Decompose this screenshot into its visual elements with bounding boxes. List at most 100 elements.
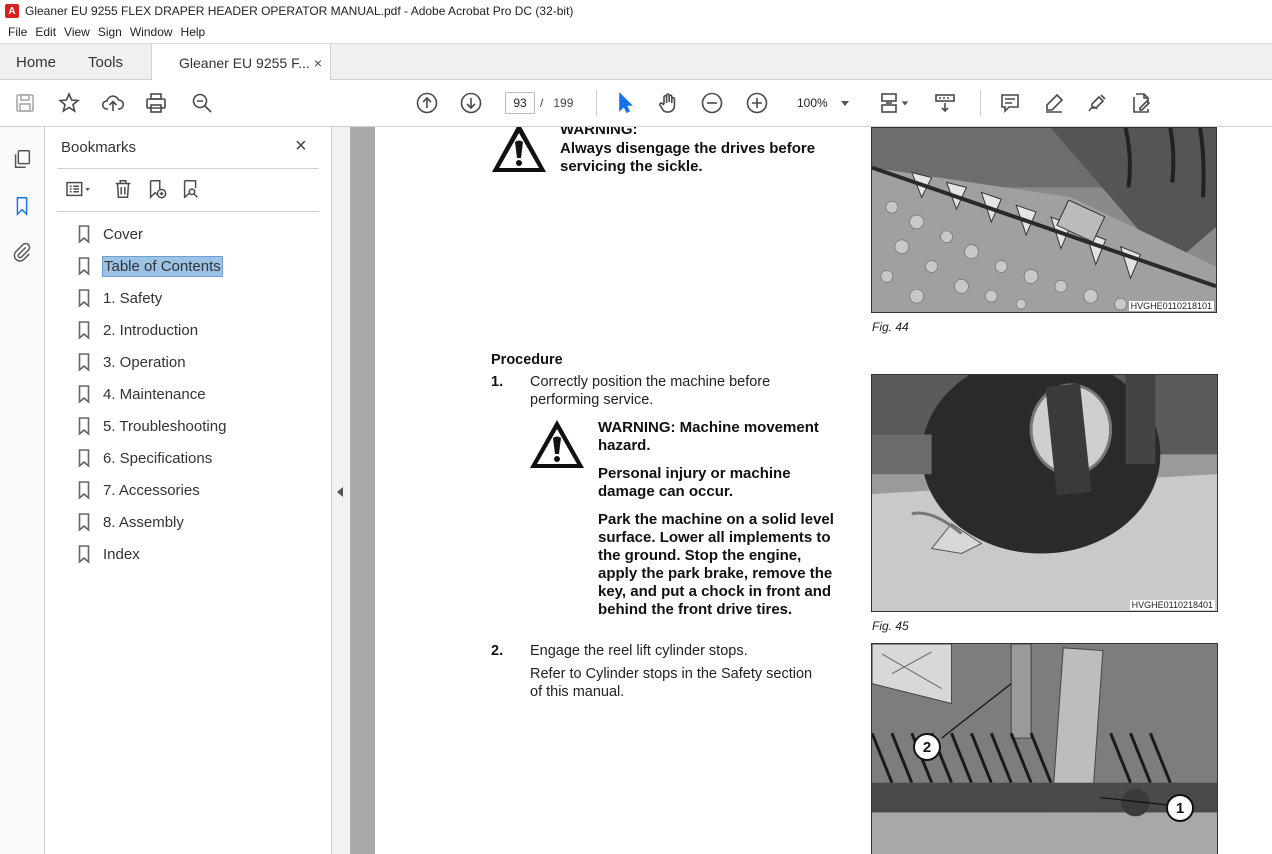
- bookmarks-panel: Bookmarks × Cover Table of Contents 1. S…: [45, 127, 332, 854]
- bookmark-item-cover[interactable]: Cover: [78, 222, 144, 246]
- page-fit-chevron-icon[interactable]: [898, 90, 912, 116]
- page-separator: /: [540, 96, 544, 110]
- step1-line1: Correctly position the machine before: [530, 374, 771, 390]
- window-title: Gleaner EU 9255 FLEX DRAPER HEADER OPERA…: [25, 4, 574, 18]
- sign-pen-icon[interactable]: [1084, 90, 1110, 116]
- menu-help[interactable]: Help: [177, 25, 210, 39]
- fig45-caption: Fig. 45: [872, 619, 909, 633]
- delete-bookmark-icon[interactable]: [109, 175, 137, 203]
- tab-document-label: Gleaner EU 9255 F...: [179, 54, 310, 71]
- menu-window[interactable]: Window: [126, 25, 177, 39]
- step2-reference-line1: Refer to Cylinder stops in the Safety se…: [530, 666, 813, 682]
- bookmark-icon: [78, 289, 90, 308]
- highlight-pen-icon[interactable]: [1041, 90, 1067, 116]
- procedure-heading: Procedure: [491, 352, 563, 368]
- main-toolbar: 93 / 199 100%: [0, 80, 1272, 127]
- warning2-injury-line2: damage can occur.: [598, 483, 734, 500]
- page-number-input[interactable]: 93: [505, 92, 535, 114]
- edit-document-icon[interactable]: [1128, 90, 1154, 116]
- bookmark-label: 7. Accessories: [103, 481, 200, 499]
- tab-home[interactable]: Home: [16, 44, 56, 80]
- bookmark-icon: [78, 417, 90, 436]
- page-thumbnails-icon[interactable]: [10, 147, 34, 171]
- warning2-title-line2: hazard.: [598, 437, 651, 454]
- step2-reference-line2: of this manual.: [530, 684, 625, 700]
- bookmark-icon: [78, 385, 90, 404]
- upload-cloud-icon[interactable]: [100, 90, 126, 116]
- warning1-title: WARNING:: [560, 127, 638, 138]
- warning2-park-line: key, and put a chock in front and: [598, 583, 832, 600]
- bookmark-icon: [78, 225, 90, 244]
- comment-icon[interactable]: [997, 90, 1023, 116]
- fig45-wheel-chock-photo: HVGHE0110218401: [871, 374, 1218, 612]
- bookmark-item-assembly[interactable]: 8. Assembly: [78, 510, 185, 534]
- left-navigation-rail: [0, 127, 45, 854]
- acrobat-app-icon: A: [5, 4, 19, 18]
- menu-file[interactable]: File: [4, 25, 31, 39]
- fig44-code: HVGHE0110218101: [1128, 301, 1214, 311]
- bookmark-label: Cover: [103, 225, 144, 243]
- attachment-paperclip-icon[interactable]: [10, 240, 34, 264]
- bookmark-item-introduction[interactable]: 2. Introduction: [78, 318, 199, 342]
- step1-number: 1.: [491, 374, 504, 390]
- scroll-mode-icon[interactable]: [932, 90, 958, 116]
- search-zoom-icon[interactable]: [189, 90, 215, 116]
- warning2-injury-line1: Personal injury or machine: [598, 465, 791, 482]
- warning2-title-line1: WARNING: Machine movement: [598, 419, 819, 436]
- print-icon[interactable]: [143, 90, 169, 116]
- menu-edit[interactable]: Edit: [31, 25, 60, 39]
- bookmark-label: Table of Contents: [102, 255, 223, 277]
- next-page-icon[interactable]: [458, 90, 484, 116]
- warning2-park-line: apply the park brake, remove the: [598, 565, 833, 582]
- bookmark-icon: [78, 545, 90, 564]
- tab-bar: Home Tools Gleaner EU 9255 F... ×: [0, 43, 1272, 81]
- zoom-in-icon[interactable]: [744, 90, 770, 116]
- bookmark-item-maintenance[interactable]: 4. Maintenance: [78, 382, 207, 406]
- warning2-park-line: Park the machine on a solid level: [598, 511, 834, 528]
- menu-view[interactable]: View: [60, 25, 94, 39]
- bookmark-label: 6. Specifications: [103, 449, 213, 467]
- hand-tool-icon[interactable]: [655, 90, 681, 116]
- save-icon[interactable]: [12, 90, 38, 116]
- bookmark-item-safety[interactable]: 1. Safety: [78, 286, 163, 310]
- bookmark-label: 1. Safety: [103, 289, 163, 307]
- toolbar-divider: [980, 90, 981, 116]
- bookmark-search-icon[interactable]: [177, 175, 205, 203]
- bookmark-icon: [78, 481, 90, 500]
- title-bar: A Gleaner EU 9255 FLEX DRAPER HEADER OPE…: [0, 0, 1272, 22]
- star-icon[interactable]: [56, 90, 82, 116]
- panel-collapse-handle[interactable]: [332, 127, 350, 854]
- bookmark-item-specifications[interactable]: 6. Specifications: [78, 446, 213, 470]
- previous-page-icon[interactable]: [414, 90, 440, 116]
- panel-divider: [57, 168, 319, 169]
- bookmark-label: 8. Assembly: [103, 513, 184, 531]
- bookmark-item-operation[interactable]: 3. Operation: [78, 350, 187, 374]
- bookmark-icon: [78, 257, 90, 276]
- bookmark-label: 2. Introduction: [103, 321, 199, 339]
- zoom-out-icon[interactable]: [699, 90, 725, 116]
- collapse-arrow-icon: [337, 487, 343, 497]
- bookmark-label: Index: [103, 545, 140, 563]
- bookmark-item-table-of-contents[interactable]: Table of Contents: [78, 254, 223, 278]
- new-bookmark-icon[interactable]: [143, 175, 171, 203]
- fig44-sickle-photo: HVGHE0110218101: [871, 127, 1217, 313]
- bookmark-options-icon[interactable]: [59, 175, 97, 203]
- select-cursor-icon[interactable]: [612, 90, 638, 116]
- close-panel-icon[interactable]: ×: [295, 135, 315, 157]
- tab-tools[interactable]: Tools: [88, 44, 123, 80]
- chevron-down-icon: [841, 101, 849, 106]
- bookmark-panel-icon[interactable]: [10, 194, 34, 218]
- bookmark-item-accessories[interactable]: 7. Accessories: [78, 478, 201, 502]
- fig45-code: HVGHE0110218401: [1129, 600, 1215, 610]
- document-page: WARNING: Always disengage the drives bef…: [375, 127, 1272, 854]
- warning2-park-line: behind the front drive tires.: [598, 601, 793, 618]
- menu-sign[interactable]: Sign: [94, 25, 126, 39]
- warning-triangle-icon: [490, 127, 548, 174]
- warning1-body-line2: servicing the sickle.: [560, 158, 703, 175]
- bookmark-item-index[interactable]: Index: [78, 542, 141, 566]
- tab-document[interactable]: Gleaner EU 9255 F... ×: [151, 44, 331, 81]
- fig46-callout-2: 2: [913, 733, 941, 761]
- bookmark-item-troubleshooting[interactable]: 5. Troubleshooting: [78, 414, 227, 438]
- tab-close-icon[interactable]: ×: [314, 55, 322, 71]
- zoom-level-dropdown[interactable]: 100%: [790, 92, 856, 114]
